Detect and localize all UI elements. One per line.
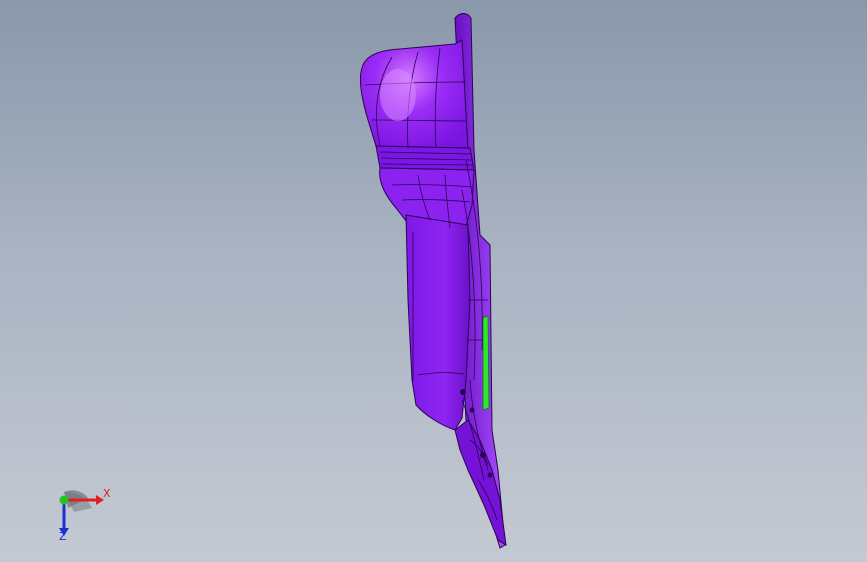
z-axis-label: Z bbox=[59, 530, 67, 543]
specular-highlight bbox=[380, 69, 416, 121]
part-model[interactable] bbox=[0, 0, 867, 562]
lower-body bbox=[405, 214, 471, 431]
hole-feature bbox=[480, 452, 486, 458]
hole-feature bbox=[460, 389, 466, 395]
hole-feature bbox=[469, 407, 475, 413]
graphics-viewport[interactable]: X Z bbox=[0, 0, 867, 562]
hole-feature bbox=[487, 472, 493, 478]
selected-face bbox=[482, 315, 490, 411]
x-axis-label: X bbox=[103, 487, 111, 500]
